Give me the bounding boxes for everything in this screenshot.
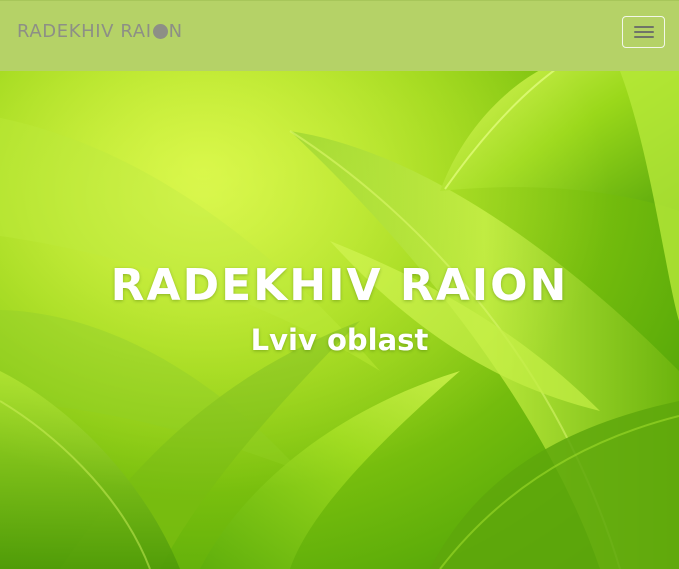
- hero-section: RADEKHIV RAION Lviv oblast: [0, 71, 679, 569]
- menu-bar-line: [634, 26, 654, 28]
- brand-text-prefix: RADEKHIV RAI: [17, 21, 152, 42]
- hero-title: RADEKHIV RAION: [110, 260, 569, 312]
- brand-text-suffix: N: [168, 21, 183, 42]
- menu-toggle-button[interactable]: [622, 16, 665, 48]
- leaves-background-image: [0, 71, 679, 569]
- hero-subtitle: Lviv oblast: [250, 323, 429, 358]
- menu-bar-line: [634, 36, 654, 38]
- brand-o-dot-icon: [152, 24, 168, 39]
- brand-logo-link[interactable]: RADEKHIV RAI N: [17, 22, 183, 42]
- page: RADEKHIV RAI N RADEKHIV RAION Lviv oblas…: [0, 0, 679, 569]
- navbar: RADEKHIV RAI N: [0, 0, 679, 71]
- menu-bar-line: [634, 31, 654, 33]
